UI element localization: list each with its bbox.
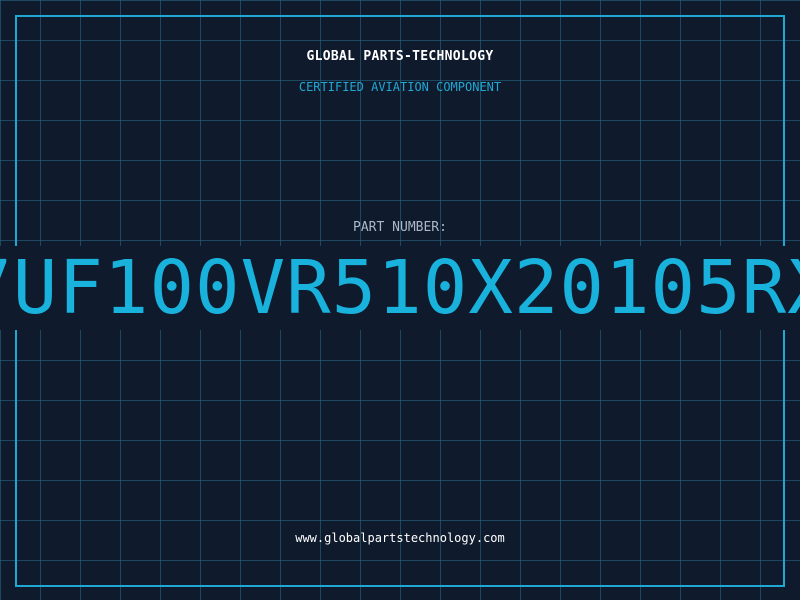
- part-number-label: PART NUMBER:: [353, 220, 447, 235]
- brand-name: GLOBAL PARTS-TECHNOLOGY: [306, 49, 494, 64]
- part-number-band: 7UF100VR510X20105RX: [0, 246, 800, 330]
- part-label-card: GLOBAL PARTS-TECHNOLOGY CERTIFIED AVIATI…: [0, 0, 800, 600]
- website-url: www.globalpartstechnology.com: [295, 531, 505, 545]
- part-number-value: 7UF100VR510X20105RX: [0, 246, 800, 330]
- certification-text: CERTIFIED AVIATION COMPONENT: [298, 80, 502, 94]
